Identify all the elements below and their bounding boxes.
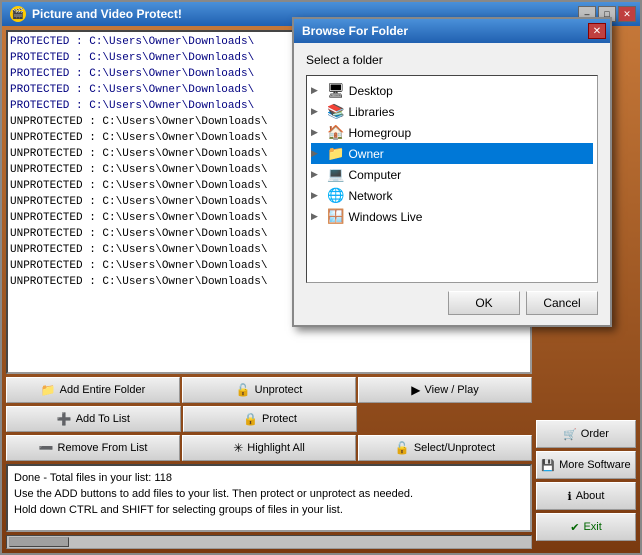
add-entire-folder-label: Add Entire Folder [60, 384, 146, 396]
more-software-label: More Software [559, 459, 631, 471]
scrollbar-thumb[interactable] [9, 537, 69, 547]
dialog-close-button[interactable]: ✕ [588, 23, 606, 39]
cancel-button[interactable]: Cancel [526, 291, 598, 315]
highlight-all-label: Highlight All [247, 442, 304, 454]
folder-icon: 📁 [327, 145, 344, 162]
add-folder-icon: 📁 [41, 383, 56, 397]
folder-name: Owner [348, 147, 383, 161]
highlight-icon: ✳ [233, 441, 243, 455]
main-window: 🎬 Picture and Video Protect! – □ ✕ PROTE… [0, 0, 642, 555]
select-unprotect-button[interactable]: 🔓 Select/Unprotect [358, 435, 532, 461]
folder-icon: 🪟 [327, 208, 344, 225]
horizontal-scrollbar[interactable] [6, 535, 532, 549]
folder-item[interactable]: ▶ 🌐 Network [311, 185, 593, 206]
button-row-2: ➕ Add To List 🔒 Protect [6, 406, 532, 432]
status-line-1: Done - Total files in your list: 118 [14, 470, 524, 486]
button-row-1: 📁 Add Entire Folder 🔓 Unprotect ▶ View /… [6, 377, 532, 403]
protect-button[interactable]: 🔒 Protect [183, 406, 358, 432]
protect-icon: 🔒 [243, 412, 258, 426]
chevron-right-icon: ▶ [311, 127, 323, 138]
folder-item[interactable]: ▶ 💻 Computer [311, 164, 593, 185]
select-unprotect-label: Select/Unprotect [414, 442, 495, 454]
ok-button[interactable]: OK [448, 291, 520, 315]
add-entire-folder-button[interactable]: 📁 Add Entire Folder [6, 377, 180, 403]
folder-icon: 🌐 [327, 187, 344, 204]
view-play-label: View / Play [425, 384, 479, 396]
add-to-list-button[interactable]: ➕ Add To List [6, 406, 181, 432]
unprotect-button[interactable]: 🔓 Unprotect [182, 377, 356, 403]
add-to-list-label: Add To List [76, 413, 130, 425]
folder-icon: 🖥 [327, 82, 345, 99]
folder-item[interactable]: ▶ 🪟 Windows Live [311, 206, 593, 227]
chevron-right-icon: ▶ [311, 169, 323, 180]
exit-icon: ✔ [570, 521, 579, 534]
order-button[interactable]: 🛒 Order [536, 420, 636, 448]
add-icon: ➕ [57, 412, 72, 426]
folder-name: Computer [348, 168, 401, 182]
unprotect-label: Unprotect [255, 384, 303, 396]
dialog-buttons: OK Cancel [306, 283, 598, 315]
more-software-button[interactable]: 💾 More Software [536, 451, 636, 479]
chevron-right-icon: ▶ [311, 106, 323, 117]
folder-name: Libraries [348, 105, 394, 119]
chevron-right-icon: ▶ [311, 85, 323, 96]
folder-tree[interactable]: ▶ 🖥 Desktop ▶ 📚 Libraries ▶ 🏠 Homegroup ▶ 📁 Owner ▶ 💻… [306, 75, 598, 283]
remove-icon: ➖ [39, 441, 54, 455]
about-icon: ℹ [568, 490, 572, 503]
status-area: Done - Total files in your list: 118 Use… [6, 464, 532, 532]
folder-icon: 📚 [327, 103, 344, 120]
view-play-button[interactable]: ▶ View / Play [358, 377, 532, 403]
dialog-title: Browse For Folder [302, 24, 408, 38]
folder-name: Desktop [349, 84, 393, 98]
title-bar-left: 🎬 Picture and Video Protect! [10, 6, 182, 22]
dialog-title-bar: Browse For Folder ✕ [294, 19, 610, 43]
more-software-icon: 💾 [541, 459, 555, 472]
close-button[interactable]: ✕ [618, 6, 636, 22]
highlight-all-button[interactable]: ✳ Highlight All [182, 435, 356, 461]
folder-item[interactable]: ▶ 📁 Owner [311, 143, 593, 164]
folder-item[interactable]: ▶ 🏠 Homegroup [311, 122, 593, 143]
exit-label: Exit [583, 521, 601, 533]
exit-button[interactable]: ✔ Exit [536, 513, 636, 541]
folder-name: Network [348, 189, 392, 203]
window-title: Picture and Video Protect! [32, 7, 182, 21]
app-icon: 🎬 [10, 6, 26, 22]
protect-label: Protect [262, 413, 297, 425]
browse-folder-dialog: Browse For Folder ✕ Select a folder ▶ 🖥 De… [292, 17, 612, 327]
remove-from-list-button[interactable]: ➖ Remove From List [6, 435, 180, 461]
chevron-right-icon: ▶ [311, 211, 323, 222]
button-row-3: ➖ Remove From List ✳ Highlight All 🔓 Sel… [6, 435, 532, 461]
status-line-2: Use the ADD buttons to add files to your… [14, 486, 524, 502]
about-button[interactable]: ℹ About [536, 482, 636, 510]
folder-name: Homegroup [348, 126, 411, 140]
view-play-icon: ▶ [411, 383, 420, 397]
folder-item[interactable]: ▶ 🖥 Desktop [311, 80, 593, 101]
chevron-right-icon: ▶ [311, 148, 323, 159]
folder-item[interactable]: ▶ 📚 Libraries [311, 101, 593, 122]
folder-icon: 💻 [327, 166, 344, 183]
dialog-label: Select a folder [306, 53, 598, 67]
unprotect-icon: 🔓 [236, 383, 251, 397]
dialog-body: Select a folder ▶ 🖥 Desktop ▶ 📚 Libraries ▶ 🏠 Ho… [294, 43, 610, 325]
order-label: Order [581, 428, 609, 440]
folder-icon: 🏠 [327, 124, 344, 141]
status-line-3: Hold down CTRL and SHIFT for selecting g… [14, 502, 524, 518]
select-unprotect-icon: 🔓 [395, 441, 410, 455]
remove-from-list-label: Remove From List [58, 442, 148, 454]
order-icon: 🛒 [563, 428, 577, 441]
chevron-right-icon: ▶ [311, 190, 323, 201]
about-label: About [576, 490, 605, 502]
folder-name: Windows Live [348, 210, 422, 224]
